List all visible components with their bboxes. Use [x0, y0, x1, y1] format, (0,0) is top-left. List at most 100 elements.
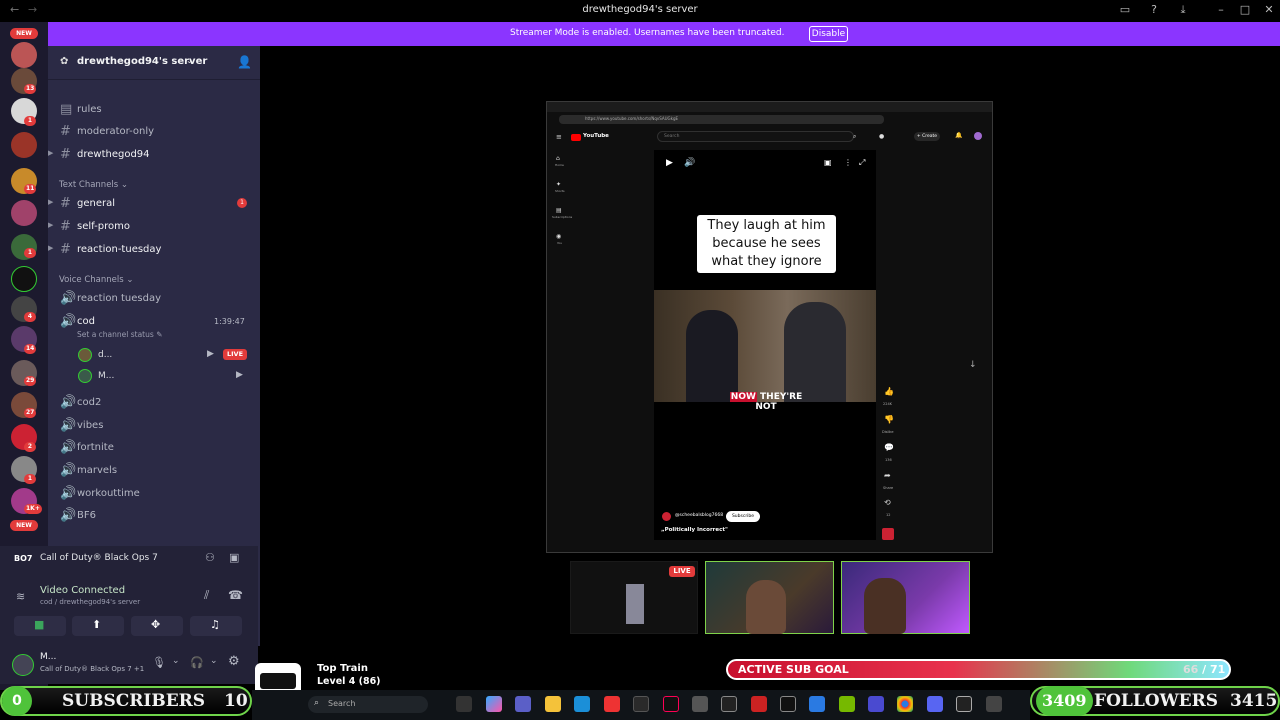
activities-button[interactable]: ✥: [131, 616, 183, 636]
chevron-down-icon[interactable]: ⌄: [172, 656, 180, 666]
voice-channel-vibes[interactable]: 🔊 vibes: [48, 416, 260, 436]
task-view-icon[interactable]: [456, 696, 472, 712]
soundboard-button[interactable]: ♫: [190, 616, 242, 636]
activity-game[interactable]: Call of Duty® Black Ops 7: [40, 553, 158, 563]
server-icon[interactable]: [11, 200, 37, 226]
more-icon[interactable]: ⋮: [844, 158, 852, 167]
server-icon[interactable]: [11, 132, 37, 158]
camera-button[interactable]: ■: [14, 616, 66, 636]
noise-suppression-icon[interactable]: ⫽: [204, 588, 209, 603]
search-icon[interactable]: ⌕: [853, 133, 856, 141]
account-avatar[interactable]: [974, 132, 982, 140]
maximize-icon[interactable]: □: [1238, 3, 1252, 17]
record-icon[interactable]: [751, 696, 767, 712]
channel-drewthegod94[interactable]: ▶ # drewthegod94: [48, 145, 260, 165]
disconnect-icon[interactable]: ☎: [228, 588, 243, 602]
menu-icon[interactable]: ≡: [556, 133, 562, 141]
taskbar-search[interactable]: ⌕ Search: [308, 696, 428, 713]
terminal-icon[interactable]: [633, 696, 649, 712]
channel-avatar[interactable]: [662, 512, 671, 521]
participant-camera[interactable]: [841, 561, 970, 634]
nvidia-icon[interactable]: [839, 696, 855, 712]
dislike-icon[interactable]: 👎: [884, 415, 894, 424]
microphone-icon[interactable]: 🎙: [152, 656, 166, 669]
screen-share-button[interactable]: ⬆: [72, 616, 124, 636]
channel-status[interactable]: Set a channel status ✎: [77, 330, 162, 339]
minimize-icon[interactable]: –: [1214, 3, 1228, 17]
apps-grid-icon[interactable]: [868, 696, 884, 712]
remix-icon[interactable]: ⟲: [884, 498, 891, 507]
share-icon[interactable]: ➦: [884, 471, 891, 480]
voice-member[interactable]: d... ▶ LIVE: [76, 346, 256, 364]
comments-icon[interactable]: 💬: [884, 443, 894, 452]
signal-icon[interactable]: ≋: [16, 590, 25, 603]
tiktok-icon[interactable]: [663, 696, 679, 712]
category-text-channels[interactable]: Text Channels ⌄: [59, 180, 128, 190]
chevron-down-icon[interactable]: ⌄: [210, 656, 218, 666]
invite-icon[interactable]: 👤: [237, 55, 252, 69]
create-button[interactable]: + Create: [914, 132, 940, 141]
participant-camera[interactable]: [705, 561, 834, 634]
youtube-logo[interactable]: [571, 134, 581, 141]
headphones-icon[interactable]: 🎧: [190, 656, 204, 669]
voice-channel-workouttime[interactable]: 🔊 workouttime: [48, 484, 260, 504]
microphone-icon[interactable]: ●: [879, 133, 884, 140]
teams-icon[interactable]: [515, 696, 531, 712]
download-icon[interactable]: ⤓: [1176, 3, 1190, 17]
inbox-icon[interactable]: ▭: [1118, 3, 1132, 17]
scroll-down-icon[interactable]: ↓: [969, 360, 977, 370]
youtube-search-input[interactable]: Search: [657, 131, 854, 142]
app-icon[interactable]: [692, 696, 708, 712]
voice-status-title[interactable]: Video Connected: [40, 585, 125, 596]
screen-icon[interactable]: ▣: [229, 551, 239, 564]
voice-channel-marvels[interactable]: 🔊 marvels: [48, 461, 260, 481]
game-icon[interactable]: [721, 696, 737, 712]
obs-icon[interactable]: [986, 696, 1002, 712]
youtube-icon[interactable]: [604, 696, 620, 712]
voice-channel-reaction-tuesday[interactable]: 🔊 reaction tuesday: [48, 289, 260, 309]
channel-general[interactable]: ▶ # general 1: [48, 194, 260, 214]
nav-shorts-icon[interactable]: ✦: [556, 181, 561, 188]
close-window-icon[interactable]: ✕: [1262, 3, 1276, 17]
voice-channel-cod[interactable]: 🔊 cod 1:39:47: [48, 312, 260, 332]
channel-rules[interactable]: ▤ rules: [48, 100, 260, 120]
subscribe-button[interactable]: Subscribe: [726, 511, 760, 522]
copilot-icon[interactable]: [486, 696, 502, 712]
server-icon[interactable]: [11, 42, 37, 68]
cod-icon[interactable]: [956, 696, 972, 712]
chrome-icon[interactable]: [897, 696, 913, 712]
volume-icon[interactable]: 🔊: [684, 158, 695, 168]
channel-handle[interactable]: @scheebalsblog7668: [675, 513, 723, 518]
play-icon[interactable]: ▶: [666, 158, 673, 168]
nav-you-icon[interactable]: ◉: [556, 233, 561, 240]
address-bar[interactable]: https://www.youtube.com/shorts/NqvSAUGkg…: [559, 115, 884, 124]
server-header[interactable]: ✿ drewthegod94's server ⌄ 👤: [48, 46, 260, 80]
voice-channel-fortnite[interactable]: 🔊 fortnite: [48, 438, 260, 458]
voice-channel-cod2[interactable]: 🔊 cod2: [48, 393, 260, 413]
settings-gear-icon[interactable]: ⚙: [228, 654, 240, 669]
server-icon[interactable]: [11, 266, 37, 292]
channel-moderator-only[interactable]: # moderator-only: [48, 122, 260, 142]
edge-icon[interactable]: [574, 696, 590, 712]
nav-subscriptions-icon[interactable]: ▤: [556, 207, 562, 214]
category-voice-channels[interactable]: Voice Channels ⌄: [59, 275, 133, 285]
fullscreen-icon[interactable]: ⤢: [859, 158, 865, 168]
video-title[interactable]: „Politically Incorrect": [661, 527, 728, 533]
notification-bell-icon[interactable]: 🔔: [955, 132, 962, 139]
discord-icon[interactable]: [927, 696, 943, 712]
sound-thumbnail[interactable]: [882, 528, 894, 540]
add-user-icon[interactable]: ⚇: [205, 551, 215, 564]
file-explorer-icon[interactable]: [545, 696, 561, 712]
channel-reaction-tuesday[interactable]: ▶ # reaction-tuesday: [48, 240, 260, 260]
captions-icon[interactable]: ▣: [824, 158, 832, 167]
nav-home-icon[interactable]: ⌂: [556, 155, 560, 162]
capcut-icon[interactable]: [780, 696, 796, 712]
channel-self-promo[interactable]: ▶ # self-promo: [48, 217, 260, 237]
voice-member[interactable]: M... ▶: [76, 367, 256, 385]
like-icon[interactable]: 👍: [884, 387, 894, 396]
browser-icon[interactable]: [809, 696, 825, 712]
disable-button[interactable]: Disable: [809, 26, 848, 42]
participant-tile[interactable]: LIVE: [570, 561, 698, 634]
help-icon[interactable]: ?: [1147, 3, 1161, 17]
voice-channel-bf6[interactable]: 🔊 BF6: [48, 506, 260, 526]
